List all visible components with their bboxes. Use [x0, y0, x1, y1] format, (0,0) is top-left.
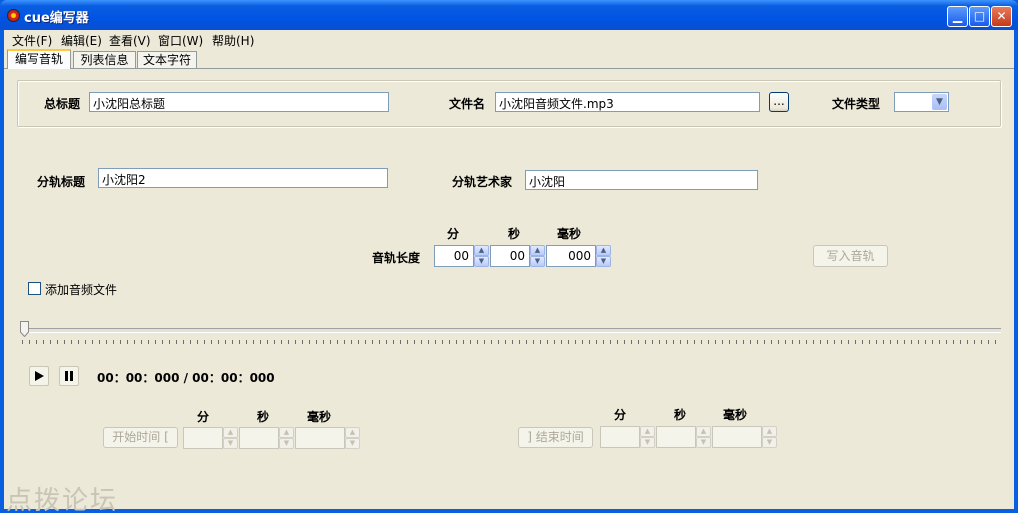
spin-up-icon[interactable]: ▲ [223, 427, 238, 438]
add-audio-checkbox[interactable] [28, 282, 41, 295]
title-bar[interactable]: cue编写器 ▁ □ ✕ [0, 0, 1018, 30]
spin-down-icon[interactable]: ▼ [640, 437, 655, 448]
start-minutes-header: 分 [197, 410, 210, 424]
spin-down-icon[interactable]: ▼ [345, 438, 360, 449]
start-seconds-spinner[interactable]: ▲ ▼ [279, 427, 294, 449]
menu-bar: 文件(F) 编辑(E) 查看(V) 窗口(W) 帮助(H) [4, 30, 1014, 48]
track-artist-label: 分轨艺术家 [452, 175, 513, 189]
file-type-label: 文件类型 [832, 97, 881, 111]
spin-down-icon[interactable]: ▼ [474, 256, 489, 267]
play-icon [35, 371, 44, 381]
time-display: 00：00：000 / 00：00：000 [97, 371, 275, 385]
menu-file[interactable]: 文件(F) [12, 32, 52, 49]
spin-down-icon[interactable]: ▼ [762, 437, 777, 448]
track-seconds-spinner[interactable]: ▲ ▼ [530, 245, 545, 267]
add-audio-label[interactable]: 添加音频文件 [45, 281, 117, 298]
menu-window[interactable]: 窗口(W) [158, 32, 203, 49]
seek-track[interactable] [20, 328, 1001, 333]
spin-up-icon[interactable]: ▲ [762, 426, 777, 437]
end-minutes-spinner[interactable]: ▲ ▼ [640, 426, 655, 448]
track-artist-input[interactable]: 小沈阳 [525, 170, 758, 190]
maximize-button[interactable]: □ [969, 6, 990, 27]
play-button[interactable] [29, 366, 49, 386]
spin-up-icon[interactable]: ▲ [279, 427, 294, 438]
minutes-header: 分 [447, 227, 460, 241]
app-icon [7, 9, 20, 22]
track-minutes-spinner[interactable]: ▲ ▼ [474, 245, 489, 267]
spin-down-icon[interactable]: ▼ [696, 437, 711, 448]
spin-up-icon[interactable]: ▲ [474, 245, 489, 256]
album-title-label: 总标题 [44, 97, 81, 111]
start-seconds-input[interactable] [239, 427, 279, 449]
spin-up-icon[interactable]: ▲ [696, 426, 711, 437]
spin-down-icon[interactable]: ▼ [596, 256, 611, 267]
album-title-input[interactable]: 小沈阳总标题 [89, 92, 389, 112]
minimize-icon: ▁ [952, 9, 963, 23]
end-time-button[interactable]: ] 结束时间 [518, 427, 593, 448]
end-seconds-header: 秒 [674, 408, 687, 422]
start-minutes-spinner[interactable]: ▲ ▼ [223, 427, 238, 449]
file-name-label: 文件名 [449, 97, 486, 111]
track-length-label: 音轨长度 [372, 251, 421, 265]
spin-up-icon[interactable]: ▲ [640, 426, 655, 437]
spin-down-icon[interactable]: ▼ [279, 438, 294, 449]
start-time-button[interactable]: 开始时间 [ [103, 427, 178, 448]
spin-down-icon[interactable]: ▼ [223, 438, 238, 449]
minimize-button[interactable]: ▁ [947, 6, 968, 27]
pause-icon [65, 371, 73, 381]
menu-help[interactable]: 帮助(H) [212, 32, 254, 49]
browse-button[interactable]: ... [769, 92, 789, 112]
start-seconds-header: 秒 [257, 410, 270, 424]
track-seconds-input[interactable]: 00 [490, 245, 530, 267]
app-window: cue编写器 ▁ □ ✕ 文件(F) 编辑(E) 查看(V) 窗口(W) 帮助(… [0, 0, 1018, 516]
end-minutes-input[interactable] [600, 426, 640, 448]
end-milliseconds-input[interactable] [712, 426, 762, 448]
write-track-button[interactable]: 写入音轨 [813, 245, 888, 267]
spin-up-icon[interactable]: ▲ [530, 245, 545, 256]
end-seconds-input[interactable] [656, 426, 696, 448]
end-milliseconds-header: 毫秒 [723, 408, 748, 422]
menu-view[interactable]: 查看(V) [109, 32, 151, 49]
spin-up-icon[interactable]: ▲ [345, 427, 360, 438]
track-minutes-input[interactable]: 00 [434, 245, 474, 267]
pause-button[interactable] [59, 366, 79, 386]
start-milliseconds-input[interactable] [295, 427, 345, 449]
milliseconds-header: 毫秒 [557, 227, 582, 241]
maximize-icon: □ [973, 9, 986, 23]
close-icon: ✕ [996, 9, 1007, 23]
track-title-label: 分轨标题 [37, 175, 86, 189]
tab-divider [4, 68, 1014, 69]
track-milliseconds-input[interactable]: 000 [546, 245, 596, 267]
watermark-text: 点拨论坛 [6, 486, 119, 516]
track-milliseconds-spinner[interactable]: ▲ ▼ [596, 245, 611, 267]
file-type-select[interactable]: ▼ [894, 92, 949, 112]
start-milliseconds-spinner[interactable]: ▲ ▼ [345, 427, 360, 449]
start-milliseconds-header: 毫秒 [307, 410, 332, 424]
tab-text-chars[interactable]: 文本字符 [137, 51, 197, 69]
window-title: cue编写器 [24, 11, 89, 26]
end-seconds-spinner[interactable]: ▲ ▼ [696, 426, 711, 448]
client-area: 文件(F) 编辑(E) 查看(V) 窗口(W) 帮助(H) 编写音轨 列表信息 … [4, 30, 1014, 516]
tab-list-info[interactable]: 列表信息 [73, 51, 136, 69]
spin-up-icon[interactable]: ▲ [596, 245, 611, 256]
track-title-input[interactable]: 小沈阳2 [98, 168, 388, 188]
start-minutes-input[interactable] [183, 427, 223, 449]
close-button[interactable]: ✕ [991, 6, 1012, 27]
seek-ticks [22, 340, 1000, 344]
end-milliseconds-spinner[interactable]: ▲ ▼ [762, 426, 777, 448]
seek-thumb[interactable] [20, 321, 29, 337]
end-minutes-header: 分 [614, 408, 627, 422]
chevron-down-icon[interactable]: ▼ [932, 94, 947, 110]
tab-write-track[interactable]: 编写音轨 [7, 49, 71, 69]
menu-edit[interactable]: 编辑(E) [61, 32, 102, 49]
file-name-input[interactable]: 小沈阳音频文件.mp3 [495, 92, 760, 112]
spin-down-icon[interactable]: ▼ [530, 256, 545, 267]
seconds-header: 秒 [508, 227, 521, 241]
